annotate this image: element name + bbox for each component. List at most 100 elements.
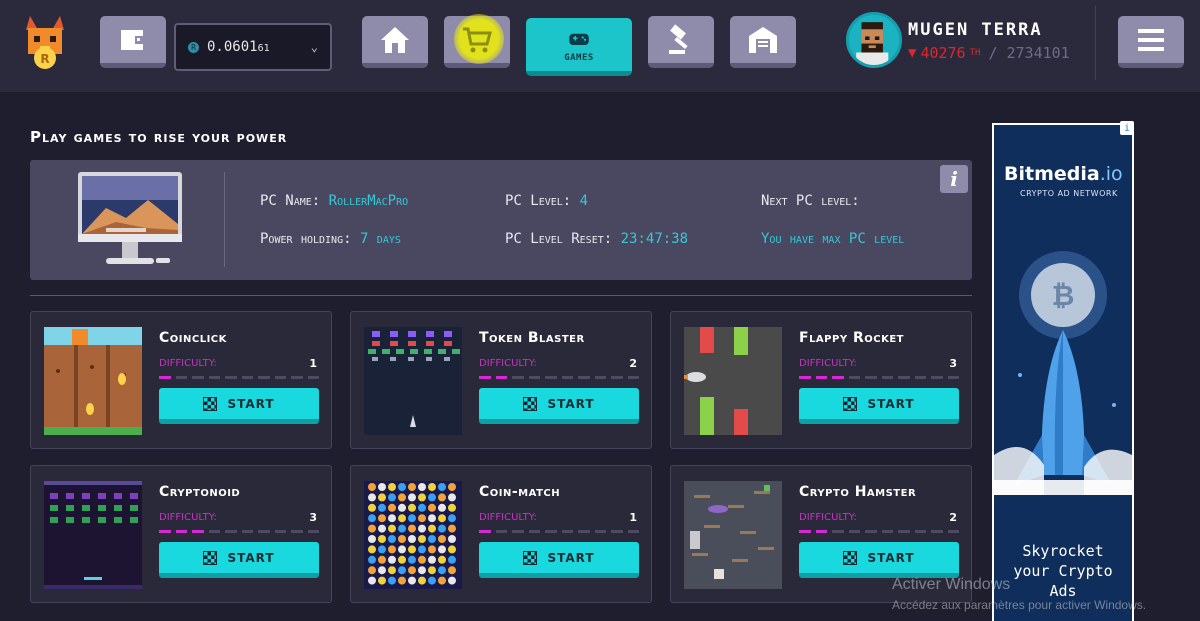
difficulty-segment: [545, 376, 557, 379]
difficulty-segment: [512, 376, 524, 379]
nav-home-button[interactable]: [362, 16, 428, 68]
chevron-down-icon: ⌄: [310, 40, 318, 54]
nav-games-label: GAMES: [564, 52, 594, 63]
difficulty-segment: [627, 376, 639, 379]
pc-level-reset-field: PC Level Reset: 23:47:38: [505, 231, 689, 247]
nav-storage-button[interactable]: [730, 16, 796, 68]
difficulty-bar: [799, 530, 959, 533]
game-thumbnail[interactable]: [44, 481, 142, 589]
user-avatar[interactable]: [846, 12, 902, 68]
difficulty-segment: [865, 530, 877, 533]
checkered-flag-icon: [843, 550, 858, 565]
game-thumbnail[interactable]: [44, 327, 142, 435]
difficulty-segment: [611, 530, 623, 533]
difficulty-segment: [175, 530, 187, 533]
difficulty-label: DIFFICULTY:: [479, 512, 537, 523]
ad-brand: Bitmedia.io: [1004, 163, 1123, 185]
start-game-button[interactable]: START: [799, 542, 959, 578]
difficulty-bar: [479, 530, 639, 533]
difficulty-segment: [175, 376, 187, 379]
nav-marketplace-button[interactable]: [444, 14, 510, 68]
difficulty-segment: [241, 530, 253, 533]
power-holding-field: Power holding: 7 days: [260, 231, 401, 247]
game-title: Token Blaster: [479, 330, 585, 346]
difficulty-segment: [594, 376, 606, 379]
pc-level-field: PC Level: 4: [505, 193, 589, 209]
pc-computer-image: [76, 172, 186, 268]
difficulty-label: DIFFICULTY:: [799, 512, 857, 523]
difficulty-segment: [208, 530, 220, 533]
difficulty-label: DIFFICULTY:: [799, 358, 857, 369]
difficulty-segment: [192, 530, 204, 533]
user-rank-suffix: TH: [969, 48, 981, 58]
difficulty-segment: [291, 376, 303, 379]
difficulty-segment: [479, 530, 491, 533]
difficulty-segment: [832, 376, 844, 379]
difficulty-segment: [159, 530, 171, 533]
pc-level-value: 4: [579, 193, 589, 209]
next-pc-level-value: You have max PC level: [761, 231, 905, 247]
bitmedia-ad-banner[interactable]: Bitmedia.io CRYPTO AD NETWORK ₿ Skyrocke…: [992, 123, 1134, 621]
top-header: R R 0.060161 ⌄ GAMES MUGEN TERRA ▼ 40276…: [0, 0, 1200, 92]
checkered-flag-icon: [523, 550, 538, 565]
difficulty-segment: [208, 376, 220, 379]
header-divider: [1095, 6, 1096, 80]
difficulty-segment: [914, 530, 926, 533]
difficulty-value: 1: [309, 357, 317, 370]
difficulty-segment: [898, 376, 910, 379]
difficulty-segment: [258, 376, 270, 379]
difficulty-bar: [159, 530, 319, 533]
difficulty-bar: [479, 376, 639, 379]
pc-info-button[interactable]: i: [940, 165, 968, 193]
user-name: MUGEN TERRA: [908, 20, 1043, 40]
difficulty-segment: [307, 530, 319, 533]
start-game-button[interactable]: START: [799, 388, 959, 424]
ad-rocket-illustration: ₿: [994, 251, 1132, 495]
pc-name-field: PC Name: RollerMacPro: [260, 193, 409, 209]
difficulty-segment: [611, 376, 623, 379]
page-title: Play games to rise your power: [30, 128, 288, 146]
difficulty-segment: [898, 530, 910, 533]
ad-info-icon[interactable]: i: [1120, 121, 1134, 135]
game-thumbnail[interactable]: [684, 481, 782, 589]
nav-wallet-button[interactable]: [100, 16, 166, 68]
hamburger-menu-icon: [1138, 28, 1164, 51]
difficulty-segment: [815, 530, 827, 533]
difficulty-segment: [495, 530, 507, 533]
checkered-flag-icon: [203, 550, 218, 565]
power-holding-value: 7 days: [359, 231, 401, 247]
difficulty-segment: [931, 530, 943, 533]
rollercoin-logo[interactable]: R: [20, 12, 70, 72]
difficulty-segment: [865, 376, 877, 379]
wallet-balance-dropdown[interactable]: R 0.060161 ⌄: [174, 23, 332, 71]
warehouse-icon: [749, 26, 777, 53]
difficulty-segment: [848, 376, 860, 379]
start-game-button[interactable]: START: [479, 388, 639, 424]
start-game-button[interactable]: START: [159, 388, 319, 424]
difficulty-segment: [291, 530, 303, 533]
game-thumbnail[interactable]: [364, 327, 462, 435]
game-card: Flappy Rocket DIFFICULTY: 3 START: [670, 311, 972, 449]
difficulty-segment: [159, 376, 171, 379]
game-title: Crypto Hamster: [799, 484, 917, 500]
difficulty-segment: [594, 530, 606, 533]
wallet-icon: [121, 29, 145, 50]
start-game-button[interactable]: START: [479, 542, 639, 578]
main-menu-button[interactable]: [1118, 16, 1184, 68]
nav-auction-button[interactable]: [648, 16, 714, 68]
game-thumbnail[interactable]: [364, 481, 462, 589]
user-rank-value: 40276: [920, 44, 966, 62]
game-thumbnail[interactable]: [684, 327, 782, 435]
game-title: Coinclick: [159, 330, 227, 346]
pc-name-value: RollerMacPro: [328, 193, 409, 209]
wallet-balance: 0.060161: [207, 39, 270, 55]
game-title: Cryptonoid: [159, 484, 241, 500]
nav-games-button[interactable]: GAMES: [526, 18, 632, 76]
difficulty-segment: [799, 530, 811, 533]
windows-activation-watermark-text: Accédez aux paramètres pour activer Wind…: [892, 598, 1147, 612]
start-game-button[interactable]: START: [159, 542, 319, 578]
ad-tagline: Skyrocket your Crypto Ads: [1013, 542, 1113, 600]
game-card: Cryptonoid DIFFICULTY: 3 START: [30, 465, 332, 603]
difficulty-bar: [159, 376, 319, 379]
difficulty-segment: [495, 376, 507, 379]
